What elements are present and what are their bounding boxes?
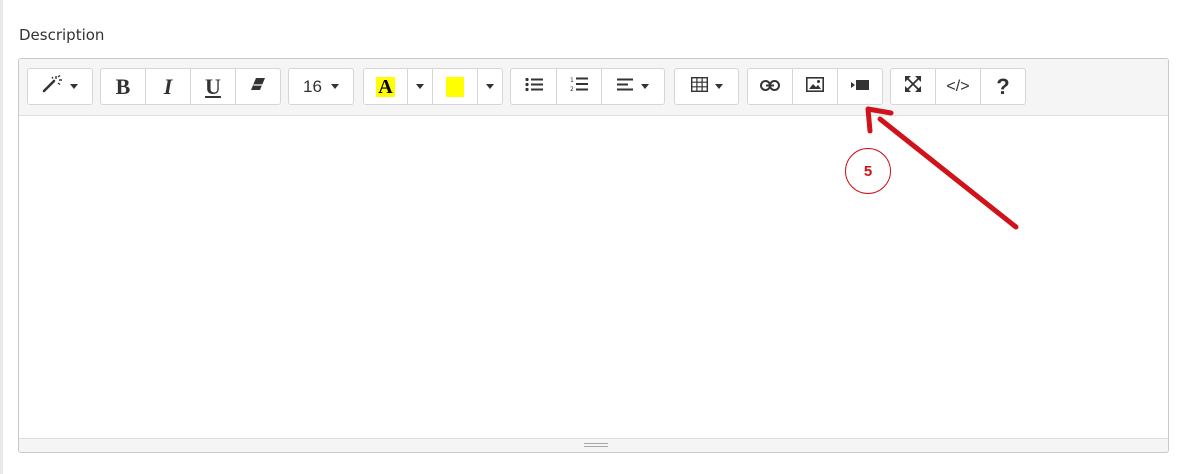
annotation-arrow-icon	[865, 106, 1019, 230]
annotation-step-badge: 5	[845, 148, 891, 194]
